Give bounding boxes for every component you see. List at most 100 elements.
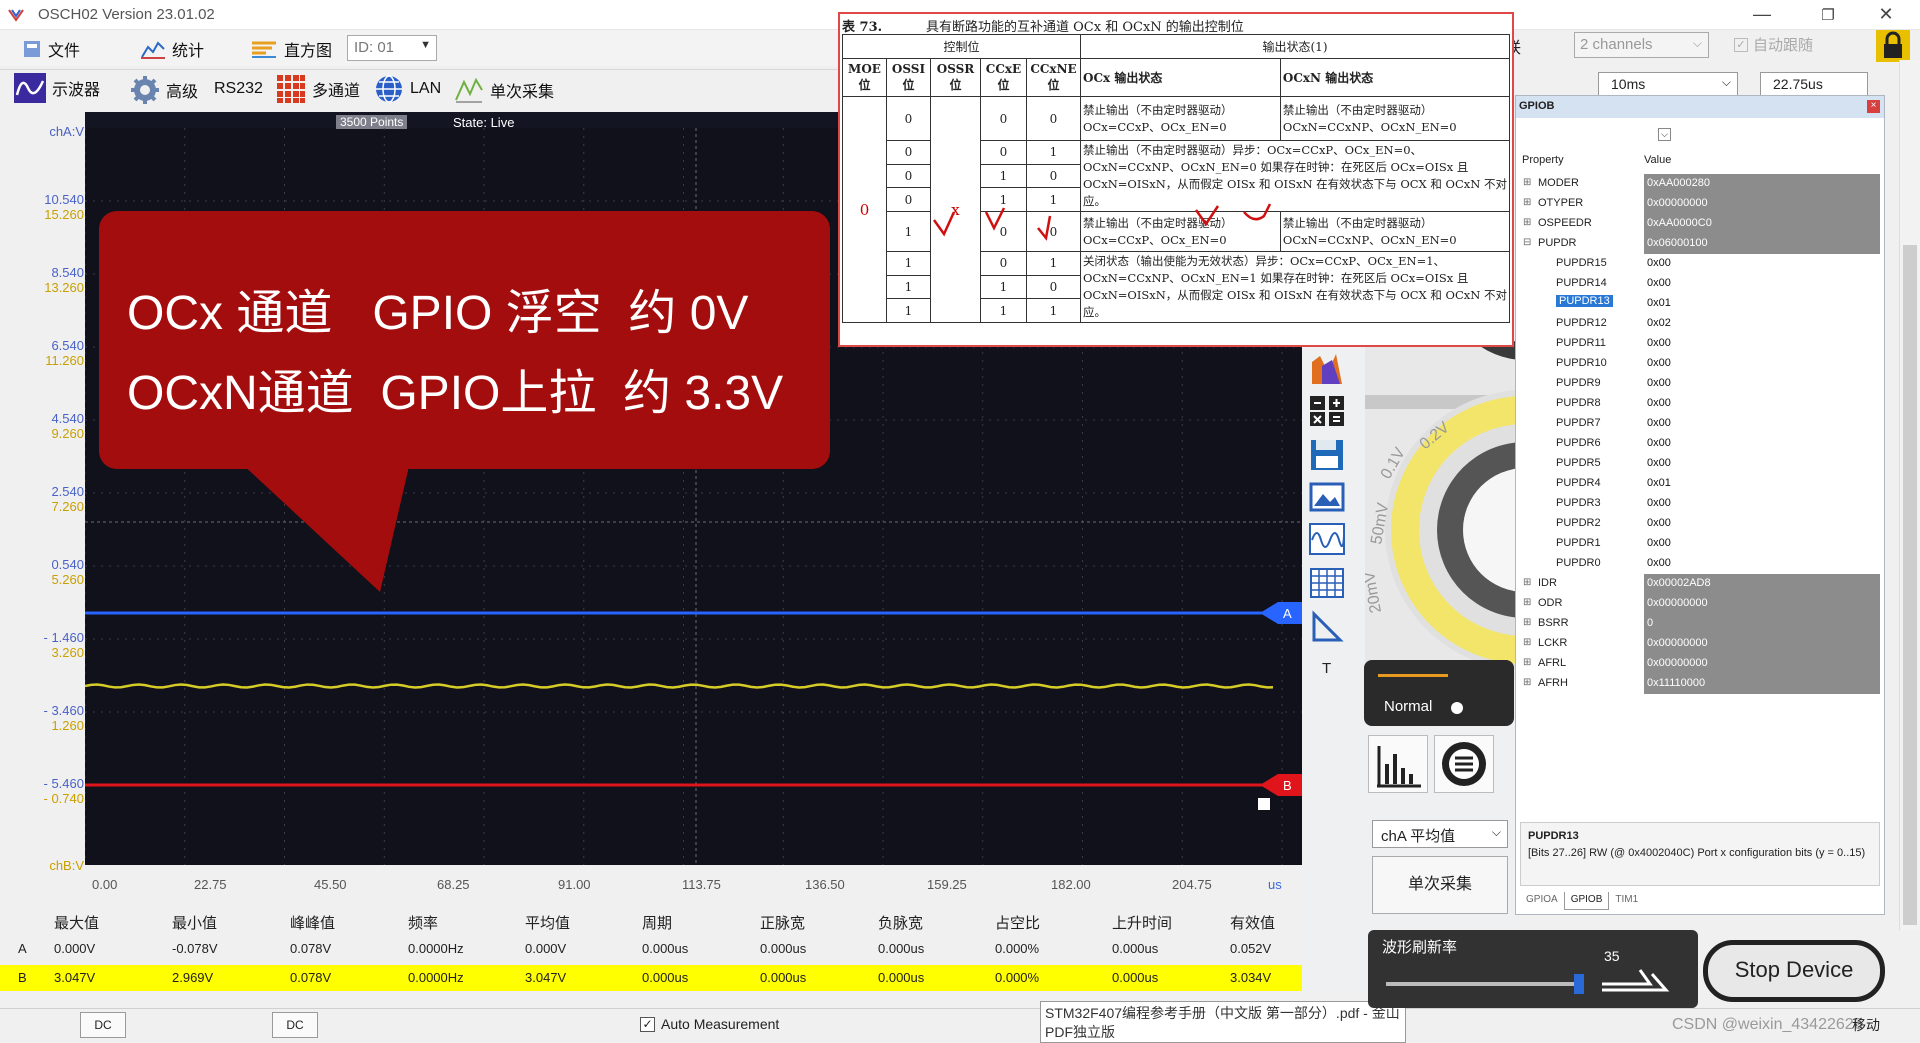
register-row[interactable]: PUPDR10 0x00 xyxy=(1520,354,1880,374)
measure-header: 周期 xyxy=(642,915,673,932)
calculator-icon[interactable] xyxy=(1308,394,1346,428)
tab-tim1[interactable]: TIM1 xyxy=(1609,892,1644,910)
expand-icon[interactable]: ⊞ xyxy=(1523,657,1531,668)
scope-button[interactable]: 示波器 xyxy=(14,73,100,103)
refresh-rate-slider[interactable] xyxy=(1386,982,1576,986)
vertical-scrollbar[interactable] xyxy=(1899,60,1920,930)
lock-icon xyxy=(1884,31,1902,58)
image-export-icon[interactable] xyxy=(1308,480,1346,514)
pdf-cell: 0 xyxy=(980,140,1027,165)
cha-measure-select[interactable]: chA 平均值 ⌵ xyxy=(1372,820,1508,848)
register-row[interactable]: BSRR ⊞ 0 xyxy=(1520,614,1880,634)
gpio-dropdown-icon[interactable]: ⌵ xyxy=(1658,128,1671,141)
spectrum-button[interactable] xyxy=(1368,735,1428,793)
time-div-select[interactable]: 10ms ⌵ xyxy=(1598,72,1738,96)
measure-value: 0.052V xyxy=(1230,941,1272,956)
restore-icon[interactable]: ❐ xyxy=(1808,6,1848,24)
lan-button[interactable]: LAN xyxy=(374,74,441,104)
globe-icon xyxy=(376,75,402,103)
register-row[interactable]: OSPEEDR ⊞ 0xAA0000C0 xyxy=(1520,214,1880,234)
channels-select[interactable]: 2 channels ⌵ xyxy=(1574,32,1709,58)
multichannel-button[interactable]: 多通道 xyxy=(276,74,360,104)
register-value: 0x00 xyxy=(1644,514,1880,534)
auto-measurement-toggle[interactable]: ✓ Auto Measurement xyxy=(640,1016,779,1032)
measure-value: 0.000us xyxy=(642,941,689,956)
rs232-button[interactable]: RS232 xyxy=(214,80,263,98)
register-row[interactable]: PUPDR4 0x01 xyxy=(1520,474,1880,494)
multichannel-label: 多通道 xyxy=(312,83,361,100)
x-tick-label: 68.25 xyxy=(437,877,470,892)
refresh-rate-slider-thumb[interactable] xyxy=(1574,974,1584,994)
tab-gpiob[interactable]: GPIOB xyxy=(1563,892,1610,910)
gpio-close-icon[interactable]: × xyxy=(1867,100,1880,113)
histogram-button[interactable]: 直方图 xyxy=(250,37,332,61)
scrollbar-thumb[interactable] xyxy=(1903,245,1917,925)
register-row[interactable]: PUPDR14 0x00 xyxy=(1520,274,1880,294)
collapse-icon[interactable]: ⊟ xyxy=(1523,237,1531,248)
advanced-button[interactable]: 高级 xyxy=(130,75,198,105)
register-row[interactable]: AFRH ⊞ 0x11110000 xyxy=(1520,674,1880,694)
close-icon[interactable]: ✕ xyxy=(1866,4,1906,25)
register-row[interactable]: PUPDR7 0x00 xyxy=(1520,414,1880,434)
register-row[interactable]: PUPDR2 0x00 xyxy=(1520,514,1880,534)
register-row[interactable]: PUPDR5 0x00 xyxy=(1520,454,1880,474)
auto-follow-toggle[interactable]: ✓ 自动跟随 xyxy=(1734,34,1813,55)
save-icon[interactable] xyxy=(1308,438,1346,472)
register-name: PUPDR1 xyxy=(1556,537,1601,549)
cursor-square[interactable] xyxy=(1258,798,1270,810)
register-row[interactable]: PUPDR15 0x00 xyxy=(1520,254,1880,274)
voltage-knob[interactable]: 0.2V 0.1V 50mV 20mV xyxy=(1365,300,1515,680)
window-title: OSCH02 Version 23.01.02 xyxy=(38,6,215,23)
register-row[interactable]: PUPDR12 0x02 xyxy=(1520,314,1880,334)
expand-icon[interactable]: ⊞ xyxy=(1523,217,1531,228)
register-row[interactable]: PUPDR0 0x00 xyxy=(1520,554,1880,574)
register-row[interactable]: LCKR ⊞ 0x00000000 xyxy=(1520,634,1880,654)
cursor-time-field[interactable]: 22.75us xyxy=(1760,72,1868,96)
ruler-icon[interactable] xyxy=(1308,610,1346,644)
expand-icon[interactable]: ⊞ xyxy=(1523,597,1531,608)
register-row[interactable]: PUPDR9 0x00 xyxy=(1520,374,1880,394)
expand-icon[interactable]: ⊞ xyxy=(1523,617,1531,628)
measure-value: 0.000us xyxy=(1112,941,1159,956)
knob-label-20mv: 20mV xyxy=(1365,570,1385,614)
volt-knob-area[interactable]: 0.2V 0.1V 50mV 20mV xyxy=(1365,300,1515,680)
register-row[interactable]: PUPDR13 0x01 xyxy=(1520,294,1880,314)
register-row[interactable]: PUPDR3 0x00 xyxy=(1520,494,1880,514)
stats-button[interactable]: 统计 xyxy=(140,37,204,61)
dc-coupling-a[interactable]: DC xyxy=(80,1012,126,1038)
device-id-select[interactable]: ID: 01 ▼ xyxy=(347,35,437,61)
minimize-icon[interactable]: — xyxy=(1742,4,1782,25)
expand-icon[interactable]: ⊞ xyxy=(1523,577,1531,588)
register-row[interactable]: PUPDR8 0x00 xyxy=(1520,394,1880,414)
register-row[interactable]: PUPDR1 0x00 xyxy=(1520,534,1880,554)
register-row[interactable]: IDR ⊞ 0x00002AD8 xyxy=(1520,574,1880,594)
register-row[interactable]: PUPDR6 0x00 xyxy=(1520,434,1880,454)
expand-icon[interactable]: ⊞ xyxy=(1523,177,1531,188)
expand-icon[interactable]: ⊞ xyxy=(1523,197,1531,208)
trigger-mode[interactable]: Normal xyxy=(1364,660,1514,726)
register-row[interactable]: MODER ⊞ 0xAA000280 xyxy=(1520,174,1880,194)
channels-value: 2 channels xyxy=(1580,36,1653,53)
waveform-icon[interactable] xyxy=(1308,522,1346,556)
stop-device-button[interactable]: Stop Device xyxy=(1703,940,1885,1002)
single-capture-button[interactable]: 单次采集 xyxy=(454,76,554,104)
text-tool-icon[interactable]: T xyxy=(1322,660,1331,677)
single-capture-big-button[interactable]: 单次采集 xyxy=(1372,856,1508,914)
tab-gpioa[interactable]: GPIOA xyxy=(1520,892,1564,910)
register-row[interactable]: ODR ⊞ 0x00000000 xyxy=(1520,594,1880,614)
dc-coupling-b[interactable]: DC xyxy=(272,1012,318,1038)
expand-icon[interactable]: ⊞ xyxy=(1523,637,1531,648)
expand-icon[interactable]: ⊞ xyxy=(1523,677,1531,688)
register-row[interactable]: PUPDR ⊟ 0x06000100 xyxy=(1520,234,1880,254)
lock-button[interactable] xyxy=(1876,30,1910,62)
register-row[interactable]: AFRL ⊞ 0x00000000 xyxy=(1520,654,1880,674)
table-icon[interactable] xyxy=(1308,566,1346,600)
color-bars-icon[interactable] xyxy=(1308,352,1346,386)
marker-b[interactable] xyxy=(1260,774,1302,796)
file-button[interactable]: 文件 xyxy=(22,37,80,61)
marker-a[interactable] xyxy=(1260,602,1302,624)
register-row[interactable]: OTYPER ⊞ 0x00000000 xyxy=(1520,194,1880,214)
y-tick-a: 6.540 xyxy=(51,338,84,353)
settings-button[interactable] xyxy=(1434,735,1494,793)
register-row[interactable]: PUPDR11 0x00 xyxy=(1520,334,1880,354)
